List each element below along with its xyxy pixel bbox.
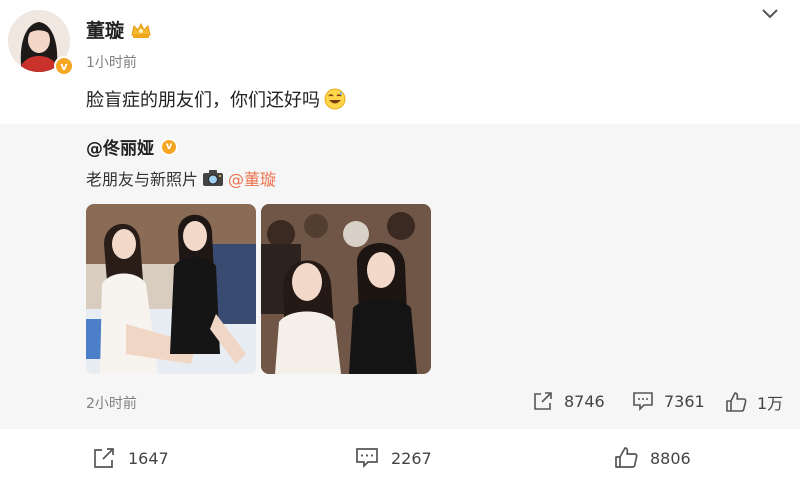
photo-two-women-closeup-audience [261, 204, 431, 374]
comment-button[interactable]: 2267 [355, 446, 432, 470]
comment-icon [356, 448, 378, 469]
comment-count: 2267 [391, 448, 432, 468]
repost-card[interactable]: @佟丽娅 v 老朋友与新照片 @董璇 2小时前 8746 7361 1万 [0, 124, 800, 429]
repost-photo-1[interactable] [86, 204, 256, 374]
repost-share-button[interactable]: 8746 [532, 390, 605, 412]
post-action-bar: 1647 2267 8806 [0, 440, 800, 480]
share-icon [534, 392, 552, 410]
share-count: 1647 [128, 448, 169, 468]
chevron-down-icon[interactable] [761, 6, 779, 20]
like-button[interactable]: 8806 [614, 446, 691, 470]
repost-share-count: 8746 [564, 391, 605, 411]
share-icon [94, 448, 114, 468]
repost-like-count: 1万 [757, 394, 784, 413]
avatar[interactable]: v [8, 10, 74, 76]
camera-emoji-icon [203, 170, 224, 186]
verified-badge: v [160, 137, 178, 156]
repost-author: @佟丽娅 v [86, 134, 178, 159]
post-text: 脸盲症的朋友们，你们还好吗 [86, 86, 346, 112]
repost-comment-button[interactable]: 7361 [632, 390, 705, 412]
post-author: 董璇 [86, 16, 152, 43]
repost-like-button[interactable]: 1万 [725, 390, 783, 414]
photo-white-dress-black-dress-seated [86, 204, 256, 374]
crown-badge-icon[interactable] [130, 21, 152, 39]
mention-link[interactable]: @董璇 [228, 166, 276, 190]
repost-author-name[interactable]: @佟丽娅 [86, 134, 154, 159]
post-text-content: 脸盲症的朋友们，你们还好吗 [86, 90, 320, 111]
weibo-post: v 董璇 1小时前 脸盲症的朋友们，你们还好吗 @佟丽娅 v 老朋友与新照片 @… [0, 0, 800, 485]
comment-icon [633, 392, 653, 411]
repost-actions: 8746 7361 1万 [0, 390, 800, 414]
repost-text-content: 老朋友与新照片 [86, 170, 199, 189]
repost-text: 老朋友与新照片 @董璇 [86, 166, 276, 190]
like-count: 8806 [650, 448, 691, 468]
share-button[interactable]: 1647 [92, 446, 169, 470]
post-time[interactable]: 1小时前 [86, 52, 137, 72]
repost-comment-count: 7361 [664, 391, 705, 411]
verified-badge: v [54, 56, 74, 76]
grin-sweat-emoji-icon [324, 88, 346, 110]
thumbs-up-icon [615, 447, 638, 468]
thumbs-up-icon [726, 392, 747, 412]
repost-photo-2[interactable] [261, 204, 431, 374]
author-name[interactable]: 董璇 [86, 16, 124, 43]
